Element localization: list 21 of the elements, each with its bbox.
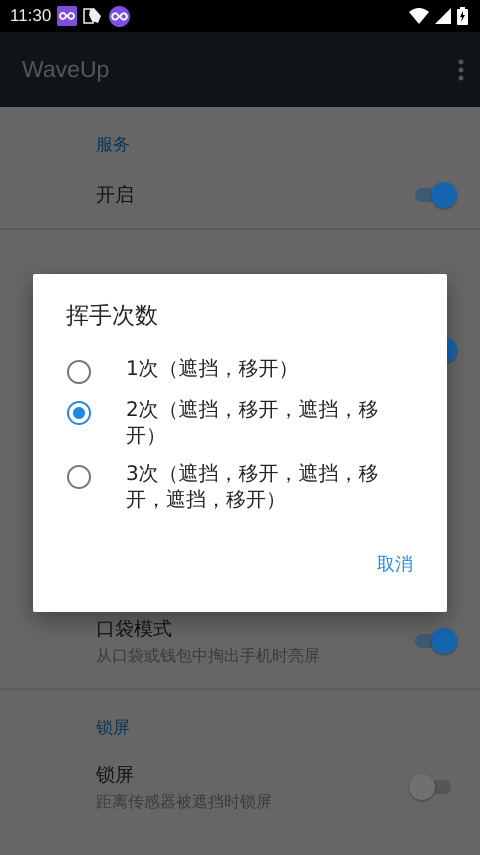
setting-title: 锁屏 xyxy=(96,762,135,788)
section-header: 锁屏 xyxy=(96,718,130,738)
signal-icon xyxy=(435,8,451,24)
battery-charging-icon xyxy=(457,7,468,25)
clock: 11:30 xyxy=(10,6,52,26)
wifi-icon xyxy=(409,8,429,24)
option-label[interactable]: 3次（遮挡，移开，遮挡，移开，遮挡，移开） xyxy=(126,460,416,512)
cancel-button[interactable]: 取消 xyxy=(367,544,423,584)
section-header: 服务 xyxy=(96,135,130,155)
dialog-title: 挥手次数 xyxy=(66,302,158,331)
option-label[interactable]: 1次（遮挡，移开） xyxy=(126,355,416,381)
radio-button[interactable] xyxy=(67,401,91,425)
app-title: WaveUp xyxy=(22,56,110,83)
radio-button[interactable] xyxy=(67,360,91,384)
radio-button[interactable] xyxy=(67,465,91,489)
link-app-icon xyxy=(57,6,78,26)
more-options-icon[interactable] xyxy=(458,58,464,80)
link-app-icon xyxy=(109,6,130,26)
option-label[interactable]: 2次（遮挡，移开，遮挡，移开） xyxy=(126,396,416,448)
setting-title: 口袋模式 xyxy=(96,616,173,642)
setting-title: 开启 xyxy=(96,183,135,208)
